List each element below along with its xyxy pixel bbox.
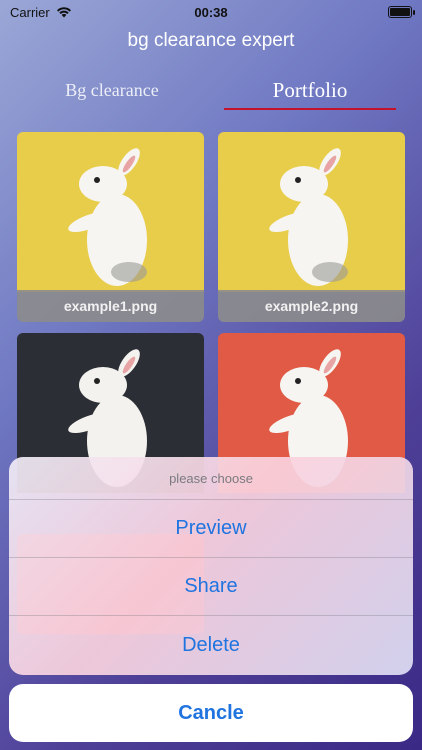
cancel-button[interactable]: Cancle	[9, 684, 413, 742]
share-button[interactable]: Share	[9, 558, 413, 616]
delete-button[interactable]: Delete	[9, 616, 413, 674]
preview-button[interactable]: Preview	[9, 500, 413, 558]
action-sheet: please choose Preview Share Delete	[9, 457, 413, 675]
action-sheet-title: please choose	[9, 457, 413, 500]
